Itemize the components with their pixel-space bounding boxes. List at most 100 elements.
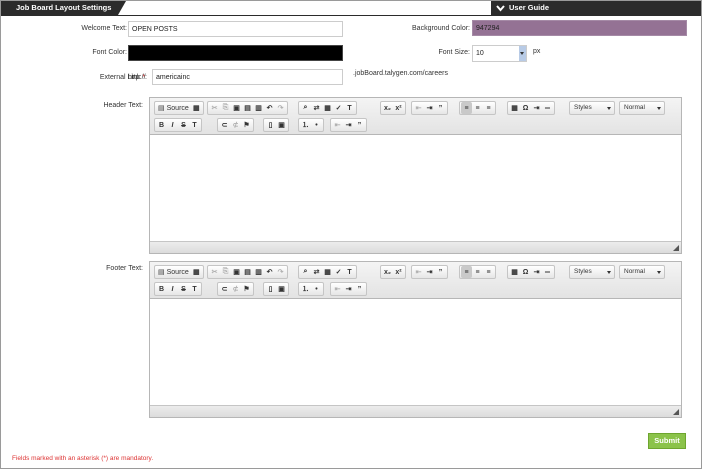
- redo-icon[interactable]: ↷: [275, 266, 286, 278]
- spellcheck-icon[interactable]: ✓: [333, 266, 344, 278]
- remove-format-icon[interactable]: T: [344, 102, 355, 114]
- welcome-text-input[interactable]: OPEN POSTS: [128, 21, 343, 37]
- superscript-icon[interactable]: x²: [393, 102, 404, 114]
- indent-icon[interactable]: ⇥: [343, 119, 354, 131]
- subscript-icon[interactable]: x₂: [382, 266, 393, 278]
- paste-word-icon[interactable]: ▥: [253, 102, 264, 114]
- indent-icon[interactable]: ⇥: [424, 266, 435, 278]
- chevron-down-icon: [519, 46, 526, 61]
- align-center-icon[interactable]: ≡: [472, 102, 483, 114]
- anchor-icon[interactable]: ⚑: [241, 283, 252, 295]
- font-size-value: 10: [476, 50, 484, 57]
- blockquote-icon[interactable]: ”: [354, 119, 365, 131]
- clear-format-icon[interactable]: T: [189, 119, 200, 131]
- outdent-icon[interactable]: ⇤: [413, 102, 424, 114]
- outdent-icon[interactable]: ⇤: [413, 266, 424, 278]
- blockquote-icon[interactable]: ”: [435, 266, 446, 278]
- format-dropdown[interactable]: Normal: [619, 265, 665, 279]
- submit-button[interactable]: Submit: [648, 433, 686, 449]
- link-icon[interactable]: ⊂: [219, 119, 230, 131]
- preview-icon[interactable]: ▣: [276, 119, 287, 131]
- background-color-input[interactable]: 947294: [472, 20, 687, 36]
- preview-icon[interactable]: ▣: [276, 283, 287, 295]
- font-color-input[interactable]: [128, 45, 343, 61]
- chevron-down-icon: [496, 5, 505, 12]
- top-divider: [1, 15, 701, 16]
- undo-icon[interactable]: ↶: [264, 102, 275, 114]
- replace-icon[interactable]: ⇄: [311, 266, 322, 278]
- align-left-icon[interactable]: ≡: [461, 102, 472, 114]
- horizontal-rule-icon[interactable]: ═: [542, 102, 553, 114]
- outdent-icon[interactable]: ⇤: [332, 119, 343, 131]
- strikethrough-icon[interactable]: S: [178, 283, 189, 295]
- bold-icon[interactable]: B: [156, 283, 167, 295]
- page-break-icon[interactable]: ⇥: [531, 266, 542, 278]
- subscript-icon[interactable]: x₂: [382, 102, 393, 114]
- align-right-icon[interactable]: ≡: [483, 102, 494, 114]
- find-icon[interactable]: ⌕: [300, 102, 311, 114]
- styles-dropdown[interactable]: Styles: [569, 265, 615, 279]
- strikethrough-icon[interactable]: S: [178, 119, 189, 131]
- source-button[interactable]: ▤ Source: [156, 266, 191, 278]
- templates-icon[interactable]: ▦: [191, 266, 202, 278]
- redo-icon[interactable]: ↷: [275, 102, 286, 114]
- copy-icon[interactable]: ⎘: [220, 266, 231, 278]
- replace-icon[interactable]: ⇄: [311, 102, 322, 114]
- horizontal-rule-icon[interactable]: ═: [542, 266, 553, 278]
- paste-icon[interactable]: ▣: [231, 266, 242, 278]
- external-link-input[interactable]: americainc: [152, 69, 343, 85]
- special-char-icon[interactable]: Ω: [520, 266, 531, 278]
- paste-text-icon[interactable]: ▤: [242, 102, 253, 114]
- numbered-list-icon[interactable]: ⒈: [300, 283, 311, 295]
- indent-icon[interactable]: ⇥: [424, 102, 435, 114]
- styles-dropdown[interactable]: Styles: [569, 101, 615, 115]
- align-left-icon[interactable]: ≡: [461, 266, 472, 278]
- paste-icon[interactable]: ▣: [231, 102, 242, 114]
- numbered-list-icon[interactable]: ⒈: [300, 119, 311, 131]
- select-all-icon[interactable]: ▦: [322, 266, 333, 278]
- outdent-icon[interactable]: ⇤: [332, 283, 343, 295]
- copy-icon[interactable]: ⎘: [220, 102, 231, 114]
- remove-format-icon[interactable]: T: [344, 266, 355, 278]
- anchor-icon[interactable]: ⚑: [241, 119, 252, 131]
- new-page-icon[interactable]: ▯: [265, 119, 276, 131]
- link-icon[interactable]: ⊂: [219, 283, 230, 295]
- italic-icon[interactable]: I: [167, 283, 178, 295]
- align-center-icon[interactable]: ≡: [472, 266, 483, 278]
- resize-handle-icon[interactable]: [673, 409, 679, 415]
- page-break-icon[interactable]: ⇥: [531, 102, 542, 114]
- unlink-icon[interactable]: ⊄: [230, 119, 241, 131]
- blockquote-icon[interactable]: ”: [435, 102, 446, 114]
- align-right-icon[interactable]: ≡: [483, 266, 494, 278]
- table-icon[interactable]: ▦: [509, 102, 520, 114]
- superscript-icon[interactable]: x²: [393, 266, 404, 278]
- bulleted-list-icon[interactable]: •: [311, 119, 322, 131]
- editor-content-area[interactable]: [150, 136, 681, 241]
- user-guide-toggle[interactable]: User Guide: [491, 1, 701, 15]
- bulleted-list-icon[interactable]: •: [311, 283, 322, 295]
- font-color-label: Font Color:: [92, 49, 127, 56]
- clear-format-icon[interactable]: T: [189, 283, 200, 295]
- paste-text-icon[interactable]: ▤: [242, 266, 253, 278]
- resize-handle-icon[interactable]: [673, 245, 679, 251]
- table-icon[interactable]: ▦: [509, 266, 520, 278]
- source-button[interactable]: ▤ Source: [156, 102, 191, 114]
- select-all-icon[interactable]: ▦: [322, 102, 333, 114]
- new-page-icon[interactable]: ▯: [265, 283, 276, 295]
- undo-icon[interactable]: ↶: [264, 266, 275, 278]
- indent-icon[interactable]: ⇥: [343, 283, 354, 295]
- italic-icon[interactable]: I: [167, 119, 178, 131]
- templates-icon[interactable]: ▦: [191, 102, 202, 114]
- spellcheck-icon[interactable]: ✓: [333, 102, 344, 114]
- cut-icon[interactable]: ✂: [209, 266, 220, 278]
- blockquote-icon[interactable]: ”: [354, 283, 365, 295]
- special-char-icon[interactable]: Ω: [520, 102, 531, 114]
- editor-content-area[interactable]: [150, 300, 681, 405]
- cut-icon[interactable]: ✂: [209, 102, 220, 114]
- paste-word-icon[interactable]: ▥: [253, 266, 264, 278]
- bold-icon[interactable]: B: [156, 119, 167, 131]
- font-size-select[interactable]: 10: [472, 45, 527, 62]
- unlink-icon[interactable]: ⊄: [230, 283, 241, 295]
- find-icon[interactable]: ⌕: [300, 266, 311, 278]
- format-dropdown[interactable]: Normal: [619, 101, 665, 115]
